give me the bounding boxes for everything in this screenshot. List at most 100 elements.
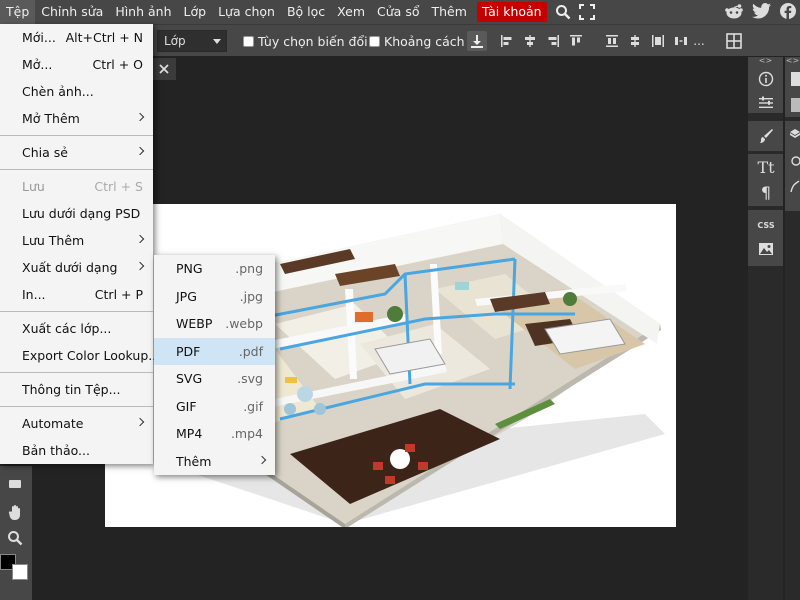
menu-item-share[interactable]: Chia sẻ	[0, 139, 153, 166]
menu-item-save-more[interactable]: Lưu Thêm	[0, 227, 153, 254]
export-item-webp[interactable]: WEBP .webp	[154, 310, 275, 338]
image-panel-icon[interactable]	[755, 239, 777, 259]
menu-item-label: Mở...	[22, 57, 53, 72]
grid-icon[interactable]	[724, 31, 744, 51]
tools-panel	[0, 466, 32, 600]
align-left-icon[interactable]	[497, 31, 517, 51]
export-item-svg[interactable]: SVG .svg	[154, 365, 275, 393]
distribute-h-icon[interactable]	[648, 31, 668, 51]
menu-separator	[0, 372, 153, 373]
export-format-label: PDF	[176, 343, 201, 359]
transform-controls-checkbox[interactable]: Tùy chọn biến đổi	[243, 34, 368, 49]
account-button[interactable]: Tài khoản	[476, 2, 547, 22]
close-tab-button[interactable]	[152, 58, 176, 80]
collapse-toggle-2[interactable]: <>	[785, 57, 800, 65]
paragraph-panel-icon[interactable]: ¶	[755, 182, 777, 202]
menu-item-label: Chèn ảnh...	[22, 84, 94, 99]
export-format-label: GIF	[176, 398, 197, 414]
css-panel-icon[interactable]: CSS	[755, 215, 777, 235]
menu-item-print[interactable]: In... Ctrl + P	[0, 281, 153, 308]
transform-controls-label: Tùy chọn biến đổi	[258, 34, 368, 49]
menu-item-label: Lưu	[22, 179, 45, 194]
menu-item-open-more[interactable]: Mở Thêm	[0, 105, 153, 132]
checkbox-box[interactable]	[243, 36, 254, 47]
shortcut-label: Ctrl + P	[94, 287, 143, 302]
menu-item-file-info[interactable]: Thông tin Tệp...	[0, 376, 153, 403]
menu-separator	[0, 169, 153, 170]
menu-layer[interactable]: Lớp	[178, 0, 213, 24]
hand-tool-icon[interactable]	[4, 502, 26, 522]
chevron-right-icon	[135, 112, 145, 122]
menu-item-label: Automate	[22, 416, 84, 431]
menu-more[interactable]: Thêm	[425, 0, 472, 24]
paths-icon[interactable]	[790, 179, 800, 198]
menu-item-insert-image[interactable]: Chèn ảnh...	[0, 78, 153, 105]
download-icon[interactable]	[467, 31, 487, 51]
export-extension: .jpg	[239, 288, 263, 304]
distances-label: Khoảng cách	[384, 34, 465, 49]
spacing-icon[interactable]	[671, 31, 691, 51]
distribute-icon[interactable]	[602, 31, 622, 51]
menu-item-label: Bản thảo...	[22, 443, 90, 458]
info-icon[interactable]	[755, 69, 777, 89]
layer-select-value: Lớp	[164, 34, 186, 48]
menu-item-save[interactable]: Lưu Ctrl + S	[0, 173, 153, 200]
channels-icon[interactable]	[790, 153, 800, 172]
collapse-toggle[interactable]: <>	[748, 57, 783, 65]
menu-image[interactable]: Hình ảnh	[109, 0, 177, 24]
background-color-swatch[interactable]	[12, 564, 28, 580]
export-extension: .svg	[237, 371, 263, 386]
export-item-png[interactable]: PNG .png	[154, 255, 275, 283]
facebook-icon[interactable]	[780, 2, 796, 22]
layer-select[interactable]: Lớp	[157, 30, 227, 52]
file-menu: Mới... Alt+Ctrl + N Mở... Ctrl + O Chèn ản…	[0, 24, 160, 464]
align-top-icon[interactable]	[566, 31, 586, 51]
brush-icon[interactable]	[755, 126, 777, 146]
export-item-gif[interactable]: GIF .gif	[154, 393, 275, 421]
menu-window[interactable]: Cửa sổ	[371, 0, 425, 24]
menu-item-open[interactable]: Mở... Ctrl + O	[0, 51, 153, 78]
menu-select[interactable]: Lựa chọn	[212, 0, 281, 24]
menu-edit[interactable]: Chỉnh sửa	[35, 0, 109, 24]
menu-item-drafts[interactable]: Bản thảo...	[0, 437, 153, 464]
menu-filter[interactable]: Bộ lọc	[281, 0, 331, 24]
distances-checkbox[interactable]: Khoảng cách	[369, 34, 465, 49]
adjust-icon[interactable]	[755, 93, 777, 113]
distribute-v-icon[interactable]	[625, 31, 645, 51]
chevron-right-icon	[135, 261, 145, 271]
more-options[interactable]: ...	[689, 31, 709, 51]
export-extension: .webp	[225, 316, 263, 331]
menu-separator	[0, 135, 153, 136]
export-item-pdf[interactable]: PDF .pdf	[154, 337, 275, 365]
menu-item-label: Export Color Lookup...	[22, 348, 161, 363]
history-icon[interactable]	[791, 71, 800, 90]
menu-item-automate[interactable]: Automate	[0, 410, 153, 437]
menu-file[interactable]: Tệp	[0, 0, 36, 24]
zoom-tool-icon[interactable]	[4, 528, 26, 548]
reddit-icon[interactable]	[724, 2, 744, 23]
menu-item-label: Thông tin Tệp...	[22, 382, 121, 397]
search-icon[interactable]	[551, 0, 575, 24]
menu-item-label: Xuất dưới dạng	[22, 260, 118, 275]
menu-item-label: Chia sẻ	[22, 145, 68, 160]
fullscreen-icon[interactable]	[575, 0, 599, 24]
menu-item-save-psd[interactable]: Lưu dưới dạng PSD	[0, 200, 153, 227]
export-item-jpg[interactable]: JPG .jpg	[154, 283, 275, 311]
menu-item-export-as[interactable]: Xuất dưới dạng	[0, 254, 153, 281]
export-item-mp4[interactable]: MP4 .mp4	[154, 420, 275, 448]
menu-item-export-color-lookup[interactable]: Export Color Lookup...	[0, 342, 160, 369]
export-item-more[interactable]: Thêm	[154, 448, 275, 476]
menu-view[interactable]: Xem	[331, 0, 371, 24]
align-right-icon[interactable]	[543, 31, 563, 51]
menu-item-label: Mới...	[22, 30, 56, 45]
swatches-icon[interactable]	[791, 97, 800, 116]
character-panel-icon[interactable]: Tt	[755, 157, 777, 177]
checkbox-box[interactable]	[369, 36, 380, 47]
menu-item-export-layers[interactable]: Xuất các lớp...	[0, 315, 153, 342]
menu-item-new[interactable]: Mới... Alt+Ctrl + N	[0, 24, 153, 51]
social-links	[724, 0, 796, 24]
twitter-icon[interactable]	[752, 2, 772, 22]
align-center-h-icon[interactable]	[520, 31, 540, 51]
layers-icon[interactable]	[790, 127, 800, 146]
rectangle-tool-icon[interactable]	[4, 474, 26, 494]
